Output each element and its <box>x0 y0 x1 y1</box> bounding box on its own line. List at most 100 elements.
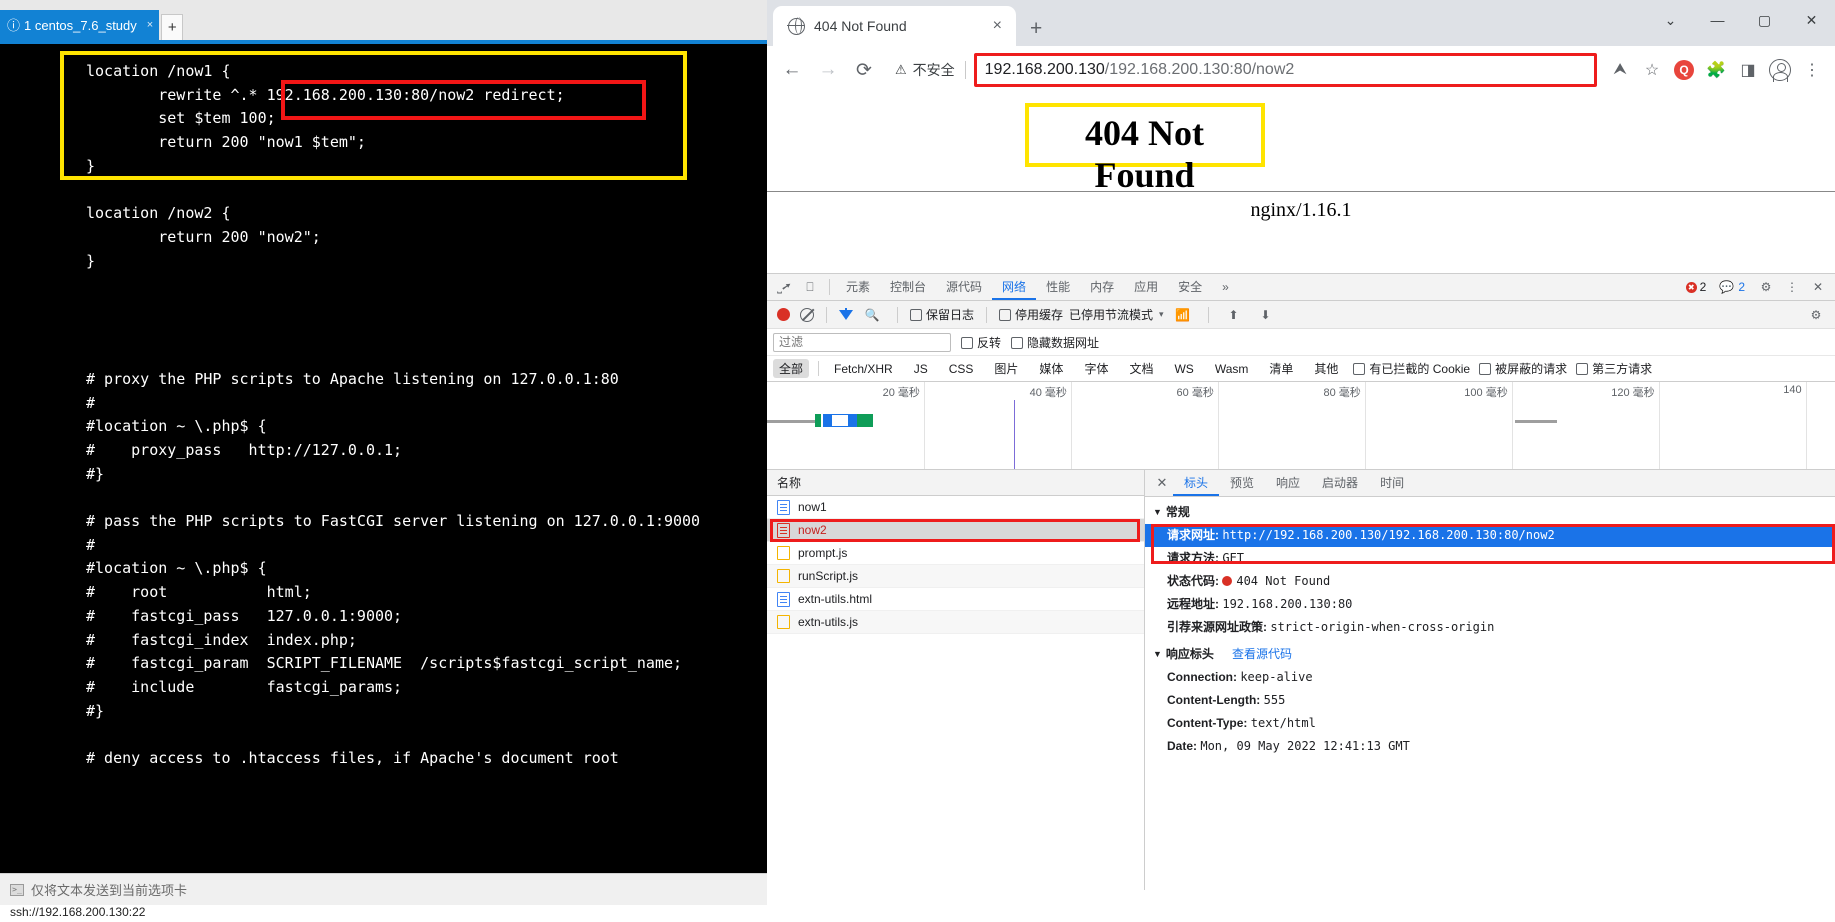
filter-input[interactable] <box>773 332 951 352</box>
devtools-tab-security[interactable]: 安全 <box>1168 274 1212 300</box>
search-icon[interactable]: 🔍 <box>859 303 885 327</box>
table-row[interactable]: extn-utils.html <box>767 588 1144 611</box>
profile-avatar-icon[interactable] <box>1765 55 1795 85</box>
detail-tab-timing[interactable]: 时间 <box>1369 470 1415 496</box>
response-headers-section-header[interactable]: ▼ 响应标头 查看源代码 <box>1145 639 1835 666</box>
close-icon[interactable]: × <box>141 19 153 31</box>
type-filter-wasm[interactable]: Wasm <box>1209 361 1255 377</box>
view-source-link[interactable]: 查看源代码 <box>1232 645 1292 662</box>
forward-button[interactable]: → <box>811 53 845 87</box>
devtools-tab-application[interactable]: 应用 <box>1124 274 1168 300</box>
response-header-row: Content-Type: text/html <box>1145 712 1835 735</box>
new-tab-button[interactable]: + <box>1030 18 1042 39</box>
type-filter-fetch/xhr[interactable]: Fetch/XHR <box>828 361 899 377</box>
share-icon[interactable]: ⮝ <box>1605 55 1635 85</box>
site-security-chip[interactable]: ⚠ 不安全 <box>889 60 965 80</box>
checkbox <box>961 336 973 349</box>
type-checkbox[interactable]: 有已拦截的 Cookie <box>1353 360 1470 377</box>
script-icon <box>777 569 790 583</box>
message-count-badge[interactable]: 💬 2 <box>1719 280 1745 294</box>
page-server-signature: nginx/1.16.1 <box>1250 199 1352 221</box>
throttling-label[interactable]: 已停用节流模式 <box>1069 306 1153 323</box>
detail-tab-initiator[interactable]: 启动器 <box>1311 470 1369 496</box>
type-filter-媒体[interactable]: 媒体 <box>1033 359 1069 378</box>
url-origin: 192.168.200.130 <box>984 61 1105 78</box>
minimize-button[interactable]: — <box>1694 12 1741 28</box>
close-icon[interactable]: × <box>989 17 1006 35</box>
table-row[interactable]: now2 <box>767 519 1144 542</box>
browser-tab-404[interactable]: 404 Not Found × <box>773 6 1016 46</box>
terminal-line: # deny access to .htaccess files, if Apa… <box>86 748 619 767</box>
type-filter-图片[interactable]: 图片 <box>988 359 1024 378</box>
terminal-tab-centos[interactable]: ⓘ 1 centos_7.6_study × <box>0 10 160 40</box>
type-checkbox[interactable]: 第三方请求 <box>1576 360 1652 377</box>
type-filter-全部[interactable]: 全部 <box>773 359 810 378</box>
type-filter-字体[interactable]: 字体 <box>1078 359 1114 378</box>
type-filter-js[interactable]: JS <box>908 361 934 377</box>
devtools-more-icon[interactable]: ⋮ <box>1779 275 1805 299</box>
devtools-tab-console[interactable]: 控制台 <box>880 274 936 300</box>
omnibox[interactable]: ⚠ 不安全 192.168.200.130/192.168.200.130:80… <box>889 53 1597 87</box>
type-filter-清单[interactable]: 清单 <box>1263 359 1299 378</box>
clear-icon[interactable] <box>800 307 814 322</box>
side-panel-icon[interactable]: ◨ <box>1733 55 1763 85</box>
extensions-puzzle-icon[interactable]: 🧩 <box>1701 55 1731 85</box>
network-conditions-icon[interactable]: 📶 <box>1170 303 1196 327</box>
disable-cache-checkbox[interactable]: 停用缓存 <box>999 306 1063 323</box>
hide-data-urls-checkbox[interactable]: 隐藏数据网址 <box>1011 334 1099 351</box>
detail-key: 引荐来源网址政策: <box>1167 620 1271 634</box>
back-button[interactable]: ← <box>775 53 809 87</box>
devtools-tab-network[interactable]: 网络 <box>992 274 1037 300</box>
import-har-icon[interactable]: ⬆ <box>1221 303 1247 327</box>
gear-icon[interactable]: ⚙ <box>1753 275 1779 299</box>
chevron-down-icon[interactable]: ⌄ <box>1647 12 1694 29</box>
type-filter-ws[interactable]: WS <box>1168 361 1199 377</box>
reload-button[interactable]: ⟳ <box>847 53 881 87</box>
close-detail-icon[interactable]: ✕ <box>1151 475 1173 491</box>
filter-icon[interactable] <box>839 307 853 320</box>
general-section-header[interactable]: ▼ 常规 <box>1145 497 1835 524</box>
type-filter-其他[interactable]: 其他 <box>1308 359 1344 378</box>
maximize-button[interactable]: ▢ <box>1741 12 1788 29</box>
network-overview-timeline[interactable]: 20 毫秒 40 毫秒 60 毫秒 80 毫秒 100 毫秒 120 毫秒 140 <box>767 382 1835 470</box>
type-filter-文档[interactable]: 文档 <box>1123 359 1159 378</box>
error-count-badge[interactable]: ✖ 2 <box>1681 279 1714 295</box>
inspect-element-icon[interactable]: ⎵➚ <box>771 275 797 299</box>
terminal-screen[interactable]: location /now1 { rewrite ^.* 192.168.200… <box>0 44 767 873</box>
invert-checkbox[interactable]: 反转 <box>961 334 1001 351</box>
response-header-row: Content-Length: 555 <box>1145 689 1835 712</box>
network-settings-gear-icon[interactable]: ⚙ <box>1803 303 1829 327</box>
extension-badge-icon[interactable]: Q <box>1669 55 1699 85</box>
prompt-icon: >_ <box>10 883 24 896</box>
error-count: 2 <box>1699 280 1707 294</box>
devtools-tab-performance[interactable]: 性能 <box>1036 274 1080 300</box>
preserve-log-checkbox[interactable]: 保留日志 <box>910 306 974 323</box>
table-row[interactable]: extn-utils.js <box>767 611 1144 634</box>
browser-tab-label: 404 Not Found <box>814 18 907 34</box>
detail-tab-headers[interactable]: 标头 <box>1173 470 1220 496</box>
address-bar[interactable]: 192.168.200.130/192.168.200.130:80/now2 <box>973 53 1597 87</box>
devtools-tab-sources[interactable]: 源代码 <box>936 274 992 300</box>
device-toolbar-icon[interactable]: ⎕ <box>797 275 823 299</box>
bookmark-star-icon[interactable]: ☆ <box>1637 55 1667 85</box>
type-checkbox[interactable]: 被屏蔽的请求 <box>1479 360 1567 377</box>
devtools-tab-more[interactable]: » <box>1212 274 1239 300</box>
checkbox <box>999 309 1012 321</box>
table-row[interactable]: now1 <box>767 496 1144 519</box>
type-filter-css[interactable]: CSS <box>943 361 980 377</box>
chevron-down-icon[interactable]: ▾ <box>1159 309 1164 320</box>
record-icon[interactable] <box>777 308 790 321</box>
devtools-tab-memory[interactable]: 内存 <box>1080 274 1124 300</box>
close-window-button[interactable]: ✕ <box>1788 12 1835 29</box>
table-row[interactable]: prompt.js <box>767 542 1144 565</box>
detail-tab-preview[interactable]: 预览 <box>1219 470 1265 496</box>
table-row[interactable]: runScript.js <box>767 565 1144 588</box>
browser-menu-icon[interactable]: ⋮ <box>1797 55 1827 85</box>
request-list: 名称 now1 now2 prompt.js runScript.js extn-uti… <box>767 470 1145 890</box>
detail-tab-response[interactable]: 响应 <box>1265 470 1311 496</box>
devtools-tab-elements[interactable]: 元素 <box>836 274 880 300</box>
devtools-close-icon[interactable]: ✕ <box>1805 275 1831 299</box>
export-har-icon[interactable]: ⬇ <box>1253 303 1279 327</box>
terminal-new-tab-button[interactable]: + <box>161 14 184 40</box>
